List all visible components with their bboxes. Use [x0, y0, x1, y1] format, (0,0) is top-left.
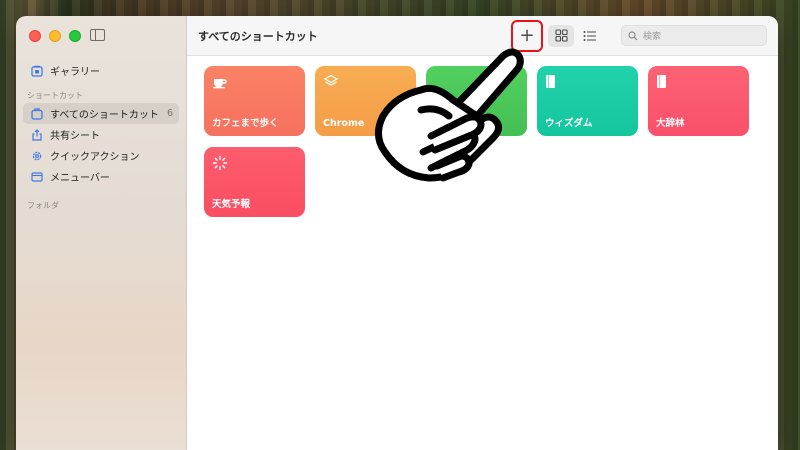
sidebar-item-gallery[interactable]: ギャラリー [23, 60, 179, 81]
shortcut-count: 6 [166, 108, 173, 119]
menubar-icon [31, 171, 43, 183]
shortcut-card[interactable]: カフェまで歩く [204, 66, 305, 136]
zoom-button[interactable] [69, 30, 81, 42]
sidebar-toggle-icon[interactable] [90, 29, 105, 41]
sidebar-item-label: クイックアクション [50, 152, 140, 163]
sidebar-item-label: メニューバー [50, 173, 110, 184]
sidebar-item-quick-actions[interactable]: クイックアクション [23, 145, 179, 166]
shortcut-card[interactable]: ウィズダム [537, 66, 638, 136]
gear-icon [31, 150, 43, 162]
search-icon [628, 30, 638, 40]
shortcut-card[interactable]: 天気予報 [204, 147, 305, 217]
book-icon [656, 73, 741, 91]
search-placeholder: 検索 [643, 32, 662, 42]
pointing-hand-icon [375, 48, 524, 182]
section-label-folders: フォルダ [27, 201, 59, 210]
book-icon [545, 73, 630, 91]
list-icon [583, 30, 596, 41]
grid-icon [554, 29, 568, 42]
page-title: すべてのショートカット [198, 29, 318, 43]
share-icon [31, 128, 43, 141]
sidebar-item-label: すべてのショートカット [50, 110, 159, 121]
sidebar-item-menu-bar[interactable]: メニューバー [23, 166, 179, 187]
sidebar-item-label: 共有シート [50, 131, 100, 142]
sidebar-item-label: ギャラリー [50, 67, 100, 78]
shortcut-label: ウィズダム [545, 118, 593, 129]
close-button[interactable] [29, 30, 41, 42]
cup-icon [212, 73, 297, 91]
shortcut-label: 大辞林 [656, 118, 685, 129]
section-label-shortcuts: ショートカット [27, 91, 83, 100]
sidebar-item-all-shortcuts[interactable]: すべてのショートカット 6 [23, 103, 179, 124]
shortcut-label: カフェまで歩く [212, 118, 279, 129]
spinner-icon [212, 154, 297, 172]
sidebar-item-share-sheet[interactable]: 共有シート [23, 124, 179, 145]
list-view-button[interactable] [577, 25, 603, 47]
gallery-icon [31, 65, 43, 77]
search-input[interactable]: 検索 [621, 25, 767, 46]
all-shortcuts-icon [31, 107, 43, 120]
minimize-button[interactable] [49, 30, 61, 42]
sidebar: ギャラリー ショートカット すべてのショートカット 6 共有シート クイックアク… [16, 16, 187, 450]
shortcut-card[interactable]: 大辞林 [648, 66, 749, 136]
grid-view-button[interactable] [548, 24, 574, 47]
shortcut-label: 天気予報 [212, 199, 251, 210]
